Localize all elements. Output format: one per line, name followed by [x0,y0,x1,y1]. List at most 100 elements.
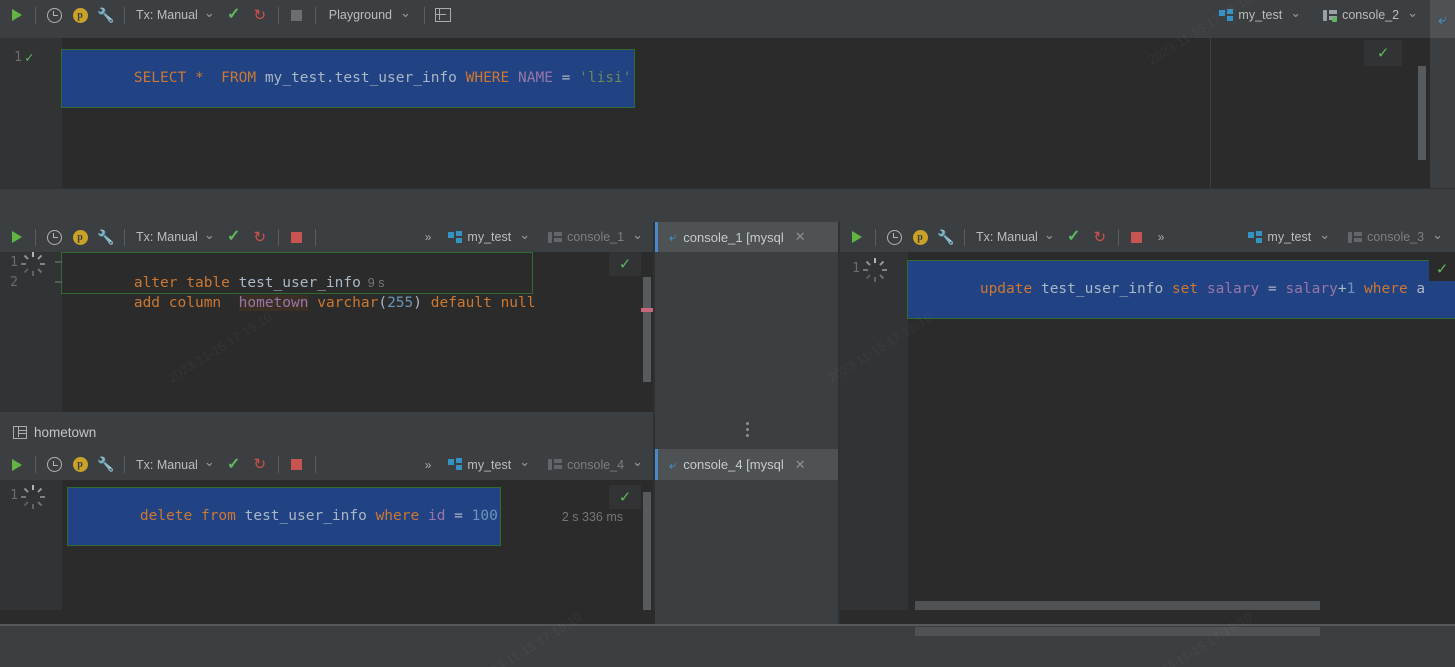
tab-console-4[interactable]: ⤷ console_4 [mysql ✕ [655,449,840,480]
stop-icon [291,231,303,243]
chevron-down-icon[interactable] [200,9,221,22]
chevron-down-icon [628,231,649,244]
editor-mid-left[interactable]: 1 2 ─ ─ alter table test_user_info 9 s a… [0,252,655,412]
stop-button[interactable] [1124,224,1150,250]
close-icon[interactable]: ✕ [795,229,806,245]
history-button[interactable] [41,224,67,250]
run-button[interactable] [4,452,30,478]
run-button[interactable] [4,224,30,250]
toolbar-separator [124,228,125,246]
editor-code-top[interactable]: SELECT * FROM my_test.test_user_info WHE… [61,38,1430,188]
console-selector-mid-left[interactable]: console_1 [546,230,651,244]
clock-icon [46,457,62,472]
rollback-icon: ↻ [253,6,267,24]
datasource-label: my_test [467,230,512,244]
editor-vertical-scrollbar-bottom-left[interactable] [643,492,651,622]
mysql-tool-tab[interactable]: ⤷ [1430,0,1455,38]
datasource-selector-mid-right[interactable]: my_test [1246,230,1338,244]
editor-vertical-scrollbar-mid-left[interactable] [643,277,651,382]
editor-vertical-scrollbar-top[interactable] [1418,66,1426,160]
profile-button[interactable]: p [67,2,93,28]
rollback-button[interactable]: ↻ [247,452,273,478]
chevron-down-icon[interactable] [1040,231,1061,244]
toolbar-bottom-left: p 🔧 Tx: Manual ✓ ↻ » my_test console_4 [0,449,655,480]
profile-button[interactable]: p [907,224,933,250]
stop-icon [291,459,303,470]
statement-status-icon: ✓ [25,50,34,66]
run-button[interactable] [844,224,870,250]
toolbar-overflow-button[interactable]: » [417,230,439,244]
stop-button[interactable] [284,224,310,250]
commit-button[interactable]: ✓ [221,2,247,28]
tab-console-1[interactable]: ⤷ console_1 [mysql ✕ [655,222,840,252]
toolbar-separator [314,6,316,24]
toolbar-overflow-button[interactable]: » [1150,230,1172,244]
dolphin-icon: ⤷ [669,229,677,244]
splitter-horizontal-1[interactable] [0,188,1455,222]
schema-selector[interactable]: Playground [327,8,419,22]
commit-button[interactable]: ✓ [221,224,247,250]
datasource-selector-top[interactable]: my_test [1217,8,1309,22]
rollback-button[interactable]: ↻ [1087,224,1113,250]
tx-mode-label[interactable]: Tx: Manual [970,230,1040,244]
editor-horizontal-scrollbar-mid-right[interactable] [915,601,1320,610]
editor-code-bottom-left[interactable]: delete from test_user_info where id = 10… [62,480,655,624]
tx-mode-label[interactable]: Tx: Manual [130,230,200,244]
error-stripe-marker[interactable] [641,308,653,312]
profile-icon: p [72,7,88,23]
chevron-down-icon[interactable] [200,458,221,471]
settings-button[interactable]: 🔧 [93,452,119,478]
history-button[interactable] [41,452,67,478]
data-editor-button[interactable] [430,2,456,28]
sql-statement-bottom-left[interactable]: delete from test_user_info where id = 10… [67,487,501,546]
dolphin-icon: ⤷ [669,456,677,472]
splitter-vertical-1[interactable] [653,222,655,667]
wrench-icon: 🔧 [97,228,115,245]
editor-gutter-top: 1 ✓ [0,38,62,188]
editor-horizontal-scrollbar-right[interactable] [915,627,1320,636]
sql-statement-top[interactable]: SELECT * FROM my_test.test_user_info WHE… [61,49,635,108]
datasource-selector-mid-left[interactable]: my_test [446,230,538,244]
panel-drag-handle[interactable] [746,422,749,437]
editor-top[interactable]: 1 ✓ SELECT * FROM my_test.test_user_info… [0,38,1430,188]
sql-line-2[interactable]: add column hometown varchar(255) default… [64,275,536,332]
history-button[interactable] [881,224,907,250]
settings-button[interactable]: 🔧 [933,224,959,250]
datasource-selector-bottom-left[interactable]: my_test [446,458,538,472]
editor-bottom-left[interactable]: 1 delete from test_user_info where id = … [0,480,655,624]
commit-button[interactable]: ✓ [1061,224,1087,250]
history-button[interactable] [41,2,67,28]
rollback-button[interactable]: ↻ [247,224,273,250]
console-selector-mid-right[interactable]: console_3 [1346,230,1451,244]
profile-button[interactable]: p [67,224,93,250]
commit-button[interactable]: ✓ [221,452,247,478]
profile-button[interactable]: p [67,452,93,478]
stop-button[interactable] [284,2,310,28]
check-icon: ✓ [227,228,241,245]
chevron-down-icon[interactable] [200,231,221,244]
editor-mid-right[interactable]: 1 update test_user_info set salary = sal… [840,252,1455,624]
editor-code-mid-left[interactable]: alter table test_user_info 9 s add colum… [61,252,655,412]
stop-button[interactable] [284,452,310,478]
rollback-button[interactable]: ↻ [247,2,273,28]
chevron-down-icon [1428,231,1449,244]
database-icon [448,230,463,244]
close-icon[interactable]: ✕ [795,457,806,473]
profile-icon: p [912,229,928,245]
sql-statement-mid-right[interactable]: update test_user_info set salary = salar… [907,260,1455,319]
settings-button[interactable]: 🔧 [93,2,119,28]
clock-icon [886,229,902,245]
console-selector-top[interactable]: console_2 [1321,8,1426,22]
editor-code-mid-right[interactable]: update test_user_info set salary = salar… [907,252,1455,624]
tx-mode-label[interactable]: Tx: Manual [130,8,200,22]
toolbar-overflow-button[interactable]: » [417,458,439,472]
console-selector-bottom-left[interactable]: console_4 [546,458,651,472]
datasource-label: my_test [1267,230,1312,244]
tx-mode-label[interactable]: Tx: Manual [130,458,200,472]
editor-gutter-mid-right: 1 [840,252,908,624]
result-tab-hometown[interactable]: hometown [0,416,655,448]
splitter-vertical-2[interactable] [838,222,840,667]
play-icon [12,9,22,21]
run-button[interactable] [4,2,30,28]
settings-button[interactable]: 🔧 [93,224,119,250]
